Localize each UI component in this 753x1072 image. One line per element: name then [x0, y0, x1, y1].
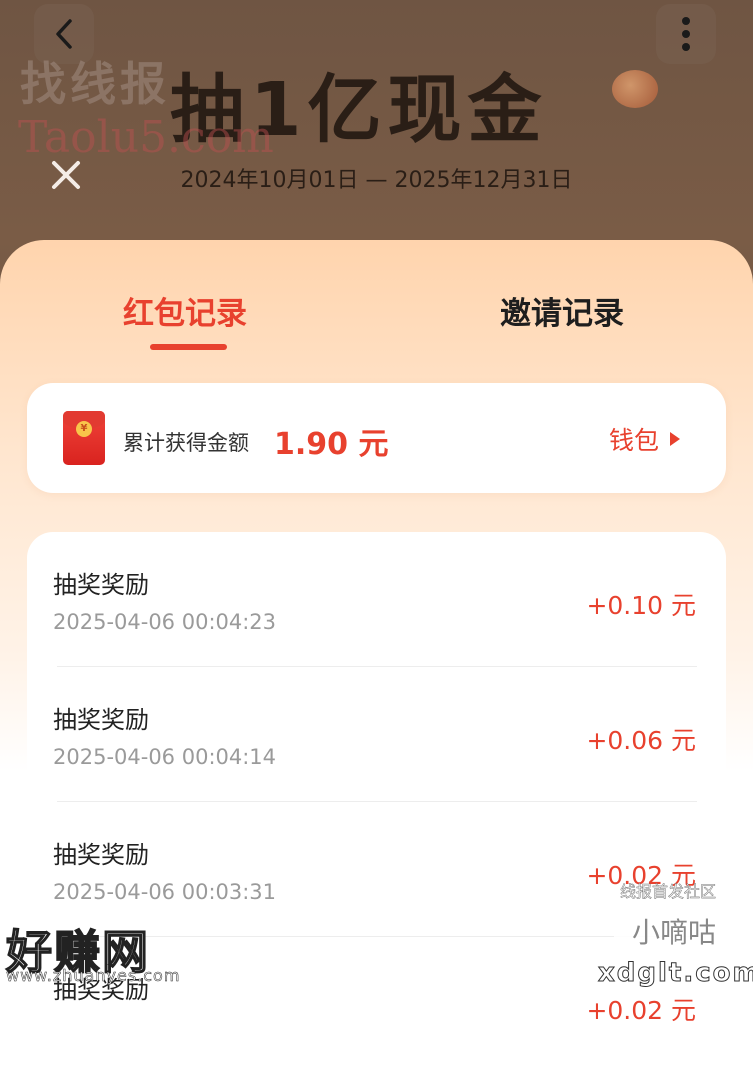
record-amount: +0.06 元 — [586, 726, 696, 755]
earnings-summary-card: ¥ 累计获得金额 1.90 元 钱包 — [27, 383, 726, 493]
record-title: 抽奖奖励 — [53, 571, 149, 599]
record-title: 抽奖奖励 — [53, 841, 149, 869]
coin-decoration — [612, 70, 658, 108]
record-time: 2025-04-06 00:04:23 — [53, 610, 277, 634]
close-icon — [52, 161, 80, 189]
watermark-zhaoxianbao: 找线报 — [20, 57, 170, 111]
vertical-dots-icon — [682, 17, 690, 51]
tab-invite-records[interactable]: 邀请记录 — [500, 288, 624, 333]
watermark-xdglt-url: xdglt.com — [598, 958, 753, 989]
red-envelope-icon: ¥ — [63, 411, 105, 465]
triangle-right-icon — [670, 432, 681, 446]
watermark-taolu5: Taolu5.com — [18, 112, 274, 163]
total-earned-label: 累计获得金额 — [123, 431, 249, 455]
tab-bar: 红包记录 邀请记录 — [0, 288, 753, 358]
tab-hongbao-records[interactable]: 红包记录 — [123, 288, 247, 333]
total-earned-amount: 1.90 元 — [274, 427, 389, 462]
watermark-caption: 线报首发社区 — [620, 882, 717, 902]
list-item[interactable]: 抽奖奖励 2025-04-06 00:04:14 +0.06 元 — [27, 667, 726, 802]
wallet-label: 钱包 — [609, 426, 660, 455]
record-time: 2025-04-06 00:03:31 — [53, 880, 277, 904]
wallet-link[interactable]: 钱包 — [609, 421, 681, 457]
watermark-xiaodigu: 小嘀咕 — [614, 906, 734, 956]
chevron-left-icon — [56, 19, 72, 49]
record-amount: +0.02 元 — [586, 996, 696, 1025]
list-item[interactable]: 抽奖奖励 2025-04-06 00:04:23 +0.10 元 — [27, 532, 726, 667]
active-tab-indicator — [150, 344, 227, 350]
record-amount: +0.10 元 — [586, 591, 696, 620]
record-title: 抽奖奖励 — [53, 706, 149, 734]
more-button[interactable] — [656, 4, 716, 64]
watermark-zhuanyes-url: www.zhuanyes.com — [6, 966, 181, 986]
banner-dates: 2024年10月01日 — 2025年12月31日 — [180, 168, 573, 193]
record-time: 2025-04-06 00:04:14 — [53, 745, 277, 769]
